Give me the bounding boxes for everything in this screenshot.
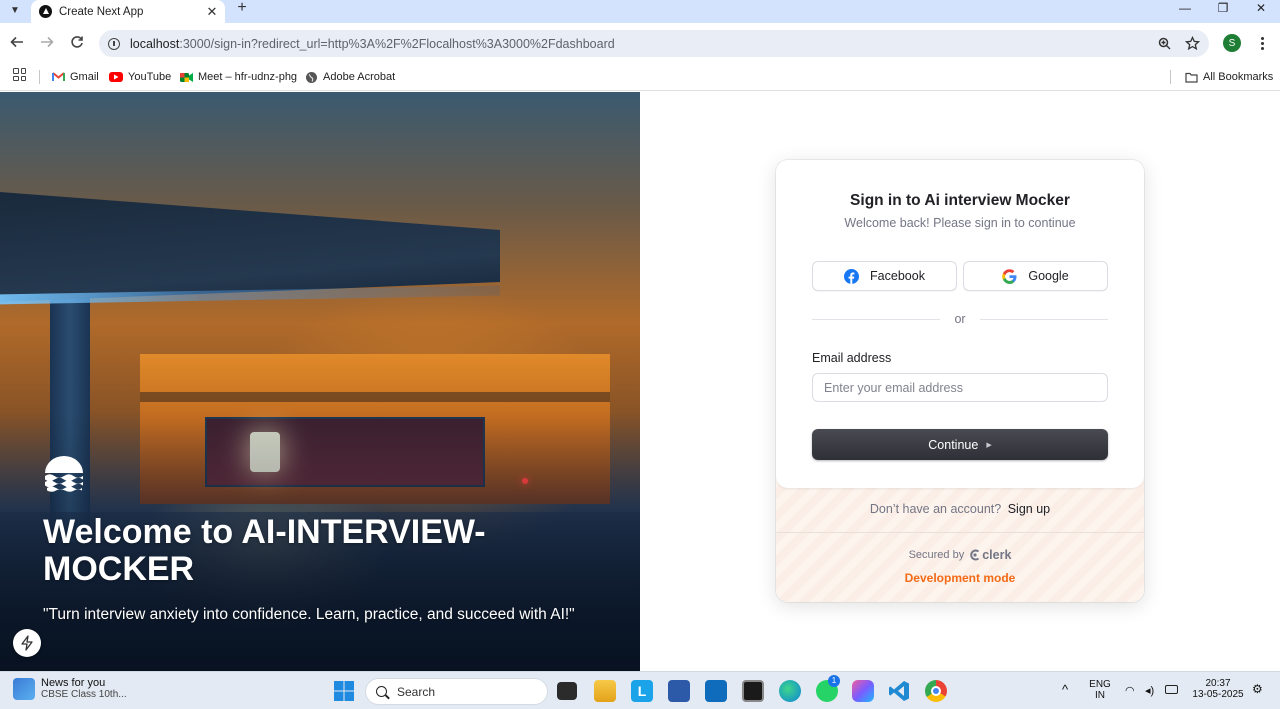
whatsapp-icon[interactable]: 1 — [816, 675, 840, 702]
store-icon[interactable] — [668, 680, 690, 702]
hero-title: Welcome to AI-INTERVIEW-MOCKER — [43, 513, 486, 588]
signin-title: Sign in to Ai interview Mocker — [850, 192, 1070, 209]
volume-icon[interactable]: ◂) — [1145, 684, 1154, 697]
news-subtitle: CBSE Class 10th... — [41, 689, 127, 700]
tab-search-icon[interactable]: ▼ — [5, 1, 25, 19]
new-tab-icon[interactable]: + — [234, 0, 250, 16]
search-icon — [376, 686, 387, 697]
hero-panel: Welcome to AI-INTERVIEW-MOCKER "Turn int… — [0, 92, 640, 671]
search-label: Search — [397, 684, 436, 699]
tab-strip: ▼ Create Next App ✕ + — ❐ ✕ — [0, 0, 1280, 23]
or-divider: or — [812, 312, 1108, 326]
bookmarks-divider — [39, 70, 40, 84]
l-app-icon[interactable]: L — [631, 680, 653, 702]
notification-icon[interactable]: ⚙ — [1252, 682, 1263, 696]
news-title: News for you — [41, 677, 106, 689]
bookmark-gmail[interactable]: Gmail — [52, 68, 99, 86]
waves-logo-icon — [45, 456, 83, 492]
google-label: Google — [1028, 269, 1069, 283]
copilot-icon[interactable] — [852, 680, 874, 702]
bookmark-label: Meet – hfr-udnz-phg — [198, 71, 298, 83]
clock[interactable]: 20:37 13-05-2025 — [1190, 678, 1246, 700]
edge-icon[interactable] — [779, 680, 801, 702]
apps-grid-icon[interactable] — [13, 68, 26, 81]
tab-title: Create Next App — [59, 5, 144, 18]
browser-menu-icon[interactable] — [1254, 33, 1270, 53]
taskbar-search[interactable]: Search — [365, 678, 548, 705]
bookmark-meet[interactable]: Meet – hfr-udnz-phg — [180, 68, 297, 86]
google-button[interactable]: Google — [963, 261, 1108, 291]
window-close-icon[interactable]: ✕ — [1242, 0, 1280, 16]
clerk-logo[interactable]: clerk — [969, 548, 1011, 562]
tab-active[interactable]: Create Next App ✕ — [31, 0, 225, 23]
task-view-icon[interactable] — [557, 682, 577, 700]
caret-right-icon: ▶ — [986, 441, 992, 449]
signin-card: Sign in to Ai interview Mocker Welcome b… — [776, 160, 1144, 602]
chrome-icon[interactable] — [925, 680, 947, 702]
battery-icon[interactable] — [1165, 685, 1178, 694]
folder-icon — [1185, 71, 1198, 84]
windows-start-icon[interactable] — [333, 680, 355, 702]
address-bar[interactable]: localhost:3000/sign-in?redirect_url=http… — [99, 30, 1209, 57]
browser-toolbar: localhost:3000/sign-in?redirect_url=http… — [0, 23, 1280, 63]
clerk-icon — [970, 549, 980, 561]
minimize-icon[interactable]: — — [1166, 0, 1204, 16]
tab-close-icon[interactable]: ✕ — [205, 4, 219, 20]
nextjs-favicon-icon — [39, 5, 52, 18]
email-label: Email address — [812, 351, 892, 365]
vscode-icon[interactable] — [888, 680, 910, 702]
news-widget[interactable]: News for you CBSE Class 10th... — [13, 677, 127, 700]
signup-link[interactable]: Sign up — [1008, 502, 1050, 516]
youtube-icon — [109, 72, 123, 82]
no-account-text: Don’t have an account? — [869, 502, 1002, 516]
all-bookmarks[interactable]: All Bookmarks — [1185, 68, 1273, 86]
file-explorer-icon[interactable] — [594, 680, 616, 702]
signin-subtitle: Welcome back! Please sign in to continue — [844, 216, 1076, 230]
bookmarks-divider — [1170, 70, 1171, 84]
wifi-icon[interactable]: ◠ — [1125, 684, 1135, 697]
bookmark-label: YouTube — [128, 71, 172, 83]
secured-by-text: Secured by — [908, 549, 965, 561]
zoom-icon[interactable] — [1153, 33, 1175, 55]
tray-chevron-icon[interactable]: ^ — [1062, 682, 1068, 697]
whatsapp-badge: 1 — [828, 675, 840, 687]
mysql-workbench-icon[interactable] — [742, 680, 764, 702]
news-icon — [13, 677, 35, 700]
email-input[interactable] — [812, 373, 1108, 402]
bookmark-star-icon[interactable] — [1181, 33, 1203, 55]
forward-icon[interactable] — [37, 32, 57, 52]
bookmark-adobe-acrobat[interactable]: Adobe Acrobat — [305, 68, 395, 86]
all-bookmarks-label: All Bookmarks — [1203, 71, 1274, 83]
or-label: or — [954, 312, 966, 326]
continue-label: Continue — [928, 437, 979, 452]
outlook-icon[interactable] — [705, 680, 727, 702]
nextjs-dev-badge-icon[interactable] — [13, 629, 41, 657]
bookmarks-bar: Gmail YouTube Meet – hfr-udnz-phg Adobe … — [0, 63, 1280, 91]
hero-quote: "Turn interview anxiety into confidence.… — [43, 606, 575, 623]
facebook-icon — [844, 268, 860, 284]
bookmark-label: Adobe Acrobat — [323, 71, 396, 83]
gmail-icon — [52, 71, 65, 84]
signup-prompt: Don’t have an account? Sign up — [776, 502, 1144, 516]
signin-card-body: Sign in to Ai interview Mocker Welcome b… — [776, 160, 1144, 488]
restore-icon[interactable]: ❐ — [1204, 0, 1242, 16]
development-mode-label: Development mode — [904, 571, 1016, 585]
google-icon — [1002, 268, 1017, 284]
back-icon[interactable] — [7, 32, 27, 52]
site-info-icon[interactable] — [108, 37, 120, 50]
facebook-button[interactable]: Facebook — [812, 261, 957, 291]
url-text: localhost:3000/sign-in?redirect_url=http… — [130, 36, 615, 51]
meet-icon — [180, 71, 193, 84]
secured-by-clerk: Secured by clerk — [776, 548, 1144, 562]
globe-icon — [305, 71, 318, 84]
continue-button[interactable]: Continue ▶ — [812, 429, 1108, 460]
taskbar: News for you CBSE Class 10th... Search L… — [0, 671, 1280, 709]
facebook-label: Facebook — [870, 269, 925, 283]
bookmark-youtube[interactable]: YouTube — [109, 68, 171, 86]
bookmark-label: Gmail — [70, 71, 99, 83]
reload-icon[interactable] — [67, 32, 87, 52]
profile-avatar[interactable]: S — [1223, 34, 1241, 52]
language-indicator[interactable]: ENG IN — [1088, 679, 1112, 701]
